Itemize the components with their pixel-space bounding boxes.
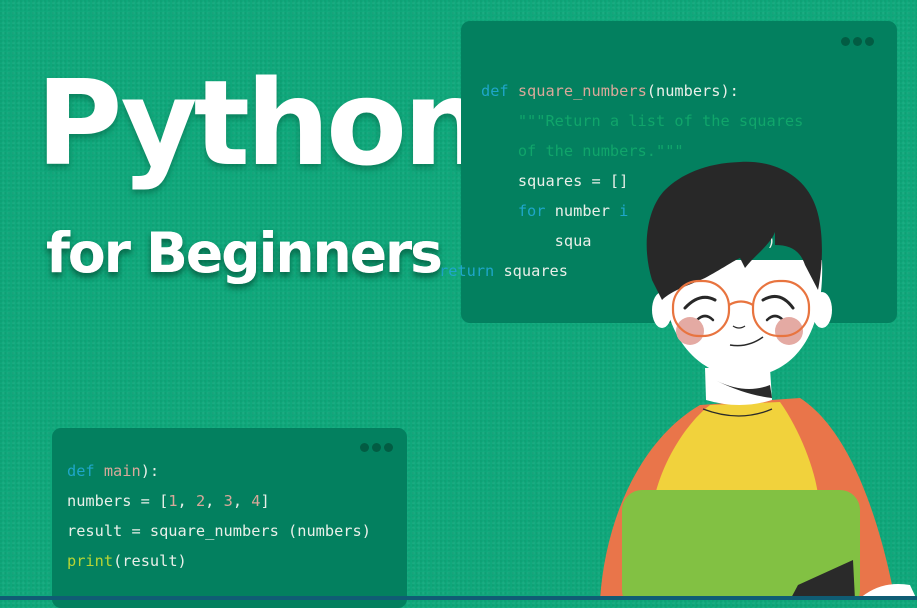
collar-line — [702, 408, 773, 417]
code-token: i — [619, 202, 629, 220]
code-token: def — [481, 82, 518, 100]
code-token: for — [517, 202, 546, 220]
code-token: def — [67, 462, 104, 480]
code-token: print — [67, 552, 114, 570]
code-token: , — [232, 492, 252, 510]
title-for-beginners-overlay: for Beginners — [46, 221, 443, 285]
code-window-square-numbers: def square_numbers(numbers): """Return a… — [439, 21, 897, 323]
code-token: (result) — [113, 552, 187, 570]
code-token: main — [103, 462, 141, 480]
code-token: 2 — [757, 232, 767, 250]
laptop — [622, 490, 860, 600]
code-token: 1 — [168, 492, 178, 510]
code-block-main: def main): numbers = [1, 2, 3, 4] result =… — [67, 456, 371, 576]
mouth — [729, 336, 764, 347]
code-token: return — [439, 262, 495, 280]
code-line: squa er**2) — [481, 226, 803, 256]
code-token: squares = [] — [481, 172, 629, 190]
code-token: number — [545, 202, 620, 220]
code-token: squares — [494, 262, 568, 280]
code-token: of the numbers.""" — [481, 142, 684, 160]
code-line: numbers = [1, 2, 3, 4] — [67, 486, 371, 516]
code-token: er** — [720, 232, 758, 250]
code-token: 2 — [195, 492, 206, 510]
code-window-main: def main): numbers = [1, 2, 3, 4] result =… — [52, 428, 407, 608]
title-python: Python — [36, 54, 487, 192]
code-line: result = square_numbers (numbers) — [67, 516, 371, 546]
three-dots-icon — [841, 37, 874, 46]
code-token: 3 — [223, 492, 233, 510]
code-token: """Return a list of the squares — [481, 112, 804, 130]
code-token: (numbers): — [646, 82, 739, 100]
neck-shadow — [715, 380, 772, 398]
shirt — [655, 402, 818, 600]
laptop-shadow — [790, 560, 855, 600]
neck — [705, 368, 772, 405]
code-line: for number i — [481, 196, 803, 226]
code-token: ] — [260, 492, 270, 510]
code-token: result = square_numbers (numbers) — [67, 522, 371, 540]
code-token: ) — [766, 232, 776, 250]
code-block-square-numbers: def square_numbers(numbers): """Return a… — [439, 76, 804, 286]
code-token: ): — [140, 462, 160, 480]
code-token: , — [205, 492, 224, 510]
code-line: return squares — [439, 256, 803, 286]
code-token: square_numbers — [517, 82, 647, 100]
code-line: of the numbers.""" — [481, 136, 803, 166]
code-line: """Return a list of the squares — [481, 106, 804, 136]
code-token: numbers = [ — [67, 492, 169, 510]
code-token: , — [177, 492, 196, 510]
bottom-strip — [0, 596, 917, 600]
three-dots-icon — [360, 443, 393, 452]
nose — [732, 325, 746, 329]
code-line: def main): — [67, 456, 371, 486]
code-line: def square_numbers(numbers): — [481, 76, 803, 106]
jacket — [600, 398, 895, 600]
code-token: squa — [481, 232, 592, 250]
code-line: print(result) — [67, 546, 371, 576]
code-line: squares = [] — [481, 166, 803, 196]
